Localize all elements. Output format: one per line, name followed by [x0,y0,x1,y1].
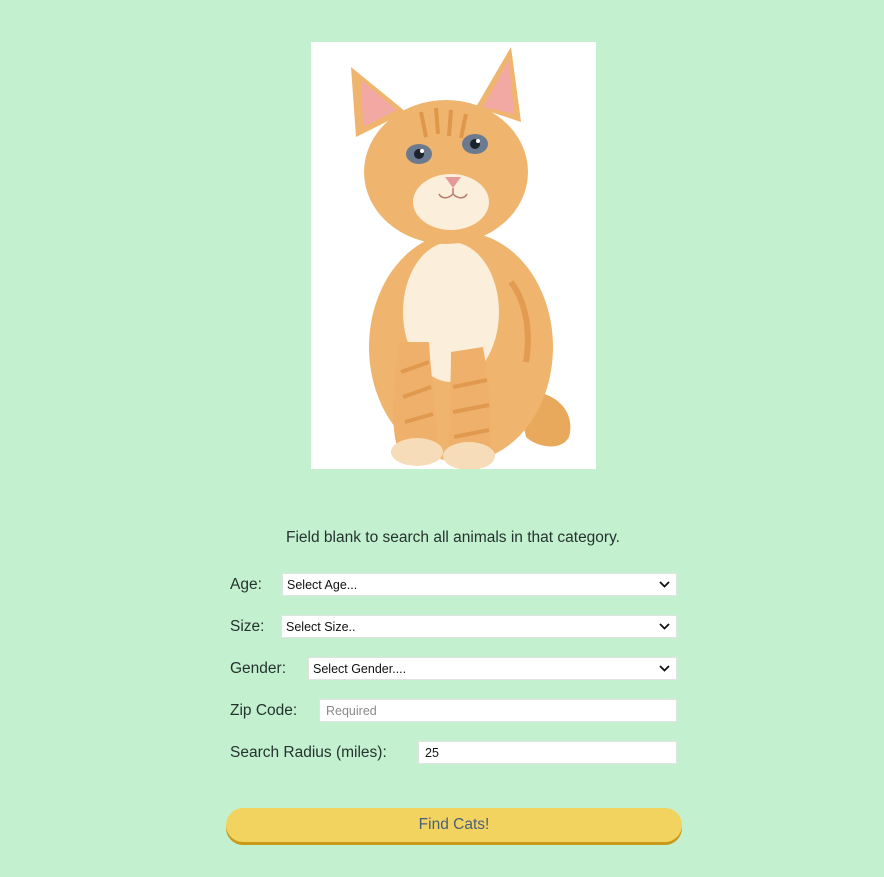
search-hint-text: Field blank to search all animals in tha… [286,529,620,546]
chevron-down-icon [658,579,670,591]
chevron-down-icon [658,663,670,675]
size-select-value: Select Size.. [286,619,356,634]
zip-code-input[interactable] [319,699,677,722]
zip-label: Zip Code: [230,702,298,719]
kitten-photo [311,42,596,469]
age-label: Age: [230,576,262,593]
chevron-down-icon [658,621,670,633]
age-row: Age: Select Age... [230,573,677,597]
radius-label: Search Radius (miles): [230,744,387,761]
kitten-illustration [311,42,596,469]
search-radius-input[interactable] [418,741,677,764]
zip-row: Zip Code: [230,699,677,723]
size-label: Size: [230,618,265,635]
gender-select[interactable]: Select Gender.... [308,657,677,680]
gender-label: Gender: [230,660,287,677]
size-row: Size: Select Size.. [230,615,677,639]
radius-row: Search Radius (miles): [230,741,677,765]
find-cats-button[interactable]: Find Cats! [226,808,682,842]
gender-select-value: Select Gender.... [313,661,407,676]
age-select-value: Select Age... [287,577,358,592]
size-select[interactable]: Select Size.. [281,615,677,638]
gender-row: Gender: Select Gender.... [230,657,677,681]
age-select[interactable]: Select Age... [282,573,677,596]
